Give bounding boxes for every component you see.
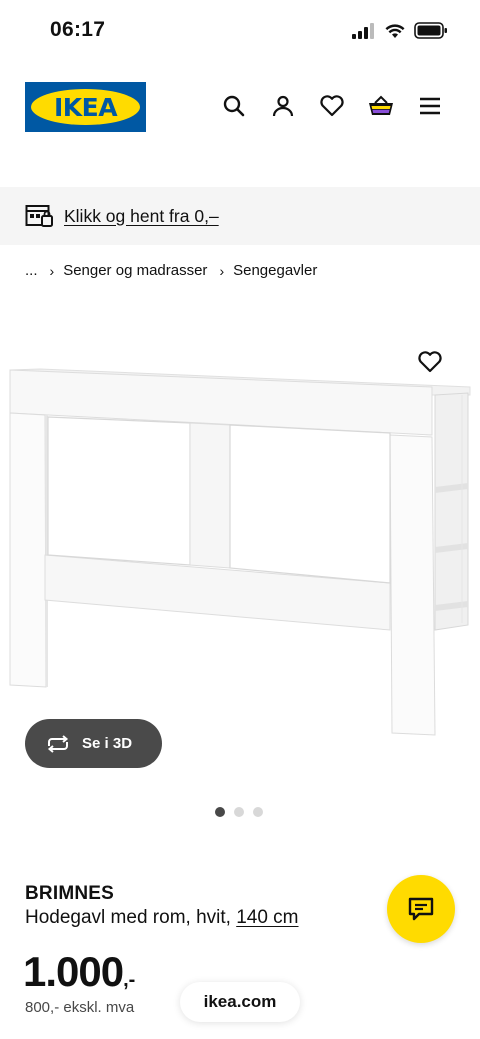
price-suffix: ,-: [123, 969, 136, 991]
product-size-link[interactable]: 140 cm: [236, 907, 298, 928]
browser-url-bar[interactable]: ikea.com: [180, 982, 300, 1022]
ikea-logo[interactable]: IKEA: [25, 82, 146, 132]
view-3d-button[interactable]: Se i 3D: [25, 719, 162, 768]
carousel-dot-3[interactable]: [253, 807, 263, 817]
wishlist-heart-icon[interactable]: [416, 348, 444, 376]
product-description: Hodegavl med rom, hvit, 140 cm: [25, 907, 299, 929]
menu-icon[interactable]: [416, 92, 444, 120]
basket-icon[interactable]: [367, 92, 395, 120]
rotate-3d-icon: [47, 734, 69, 753]
click-collect-link[interactable]: Klikk og hent fra 0,–: [64, 206, 219, 227]
logo-text: IKEA: [53, 92, 118, 122]
breadcrumb-ellipsis[interactable]: ...: [25, 262, 38, 279]
carousel-dot-1[interactable]: [215, 807, 225, 817]
status-time: 06:17: [50, 18, 106, 41]
account-icon[interactable]: [269, 92, 297, 120]
chevron-right-icon: ›: [49, 262, 55, 279]
store-icon: [25, 205, 53, 227]
search-icon[interactable]: [220, 92, 248, 120]
product-description-text: Hodegavl med rom, hvit,: [25, 907, 237, 928]
heart-icon[interactable]: [318, 92, 346, 120]
product-name: BRIMNES: [25, 883, 115, 904]
click-collect-banner[interactable]: Klikk og hent fra 0,–: [0, 187, 480, 245]
header-actions: [220, 92, 444, 120]
chevron-right-icon: ›: [219, 262, 225, 279]
chat-icon: [408, 897, 434, 921]
status-bar: 06:17: [0, 0, 480, 62]
price-ex-vat: 800,- ekskl. mva: [25, 999, 135, 1016]
price-main: 1.000: [23, 948, 124, 995]
breadcrumb: ... › Senger og madrasser › Sengegavler: [25, 262, 317, 279]
breadcrumb-item-beds[interactable]: Senger og madrasser: [63, 262, 207, 279]
breadcrumb-item-headboards[interactable]: Sengegavler: [233, 262, 317, 279]
status-icons: [352, 22, 448, 39]
view-3d-label: Se i 3D: [82, 735, 133, 752]
wifi-icon: [385, 23, 405, 38]
site-header: IKEA: [0, 82, 480, 132]
image-carousel-dots: [215, 807, 263, 817]
cellular-signal-icon: [352, 22, 374, 39]
battery-icon: [414, 22, 447, 39]
product-price: 1.000 ,-: [23, 948, 135, 996]
carousel-dot-2[interactable]: [234, 807, 244, 817]
chat-button[interactable]: [387, 875, 455, 943]
